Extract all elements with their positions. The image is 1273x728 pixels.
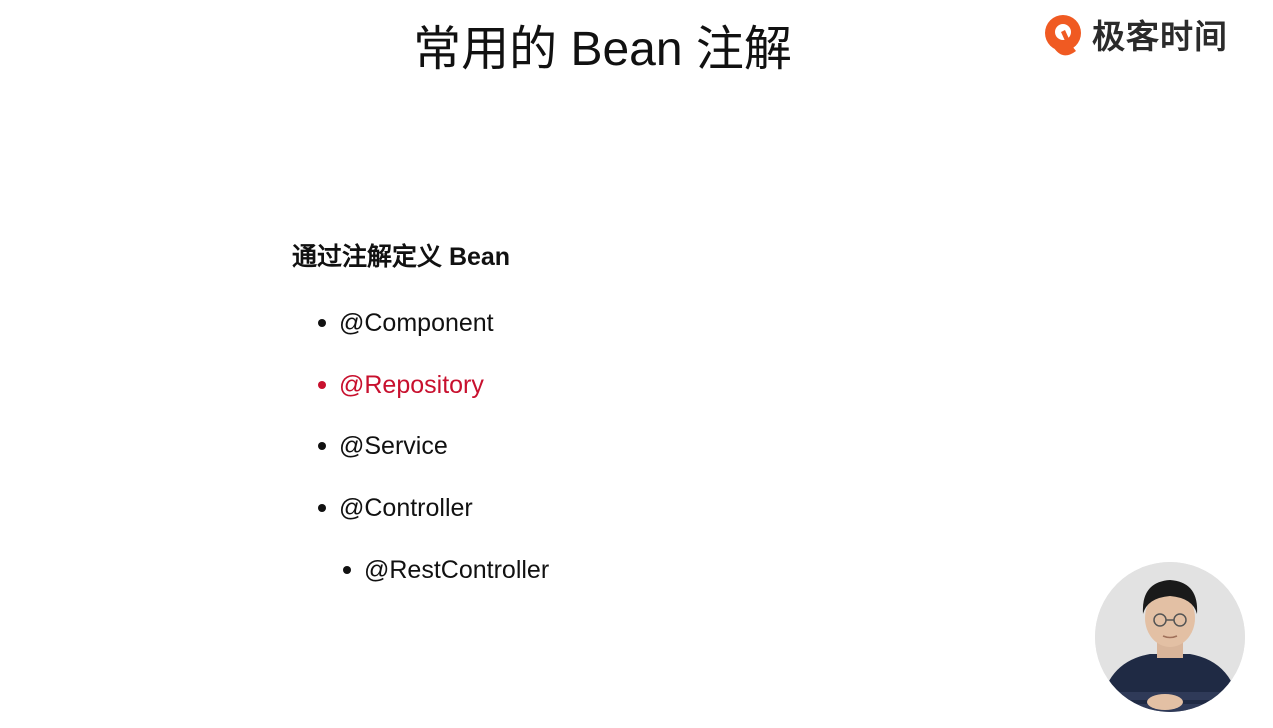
list-item-label: @Repository (339, 370, 484, 399)
presenter-figure (1095, 562, 1245, 712)
list-item-label: @Component (339, 308, 494, 337)
bullet-icon (318, 319, 326, 327)
slide-title: 常用的 Bean 注解 (413, 23, 792, 76)
list-item-controller: @Controller (318, 491, 473, 525)
bullet-icon (318, 504, 326, 512)
list-item-label: @RestController (364, 555, 550, 584)
bullet-icon (318, 381, 326, 389)
geektime-logo-icon (1045, 15, 1081, 56)
list-item-service: @Service (318, 429, 448, 463)
logo-text: 极客时间 (1092, 18, 1228, 55)
bullet-icon (318, 442, 326, 450)
presenter-webcam (1095, 562, 1245, 712)
list-item-restcontroller: @RestController (343, 553, 549, 587)
bullet-icon (343, 566, 351, 574)
section-heading: 通过注解定义 Bean (292, 243, 511, 271)
list-item-label: @Controller (339, 493, 473, 522)
list-item-label: @Service (339, 431, 448, 460)
list-item-repository: @Repository (318, 368, 484, 402)
geektime-logo: 极客时间 (1042, 13, 1228, 61)
list-item-component: @Component (318, 306, 494, 340)
